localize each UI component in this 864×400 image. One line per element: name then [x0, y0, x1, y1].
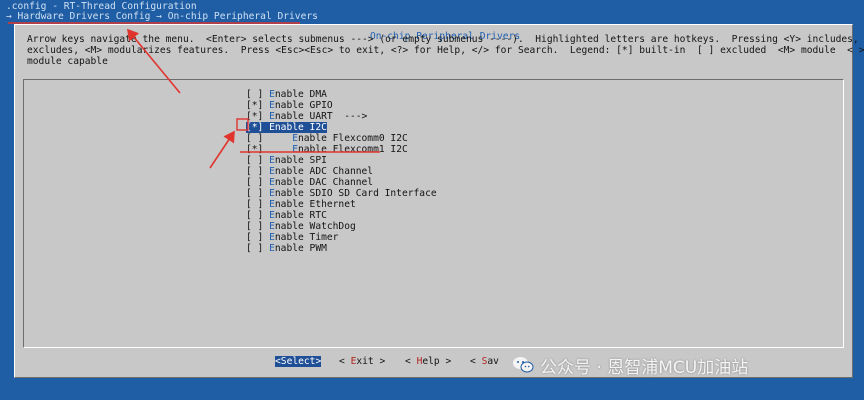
bracket-left: < — [405, 356, 417, 367]
menu-item-flexcomm1-i2c[interactable]: [*] Enable Flexcomm1 I2C — [246, 144, 408, 155]
menu-item-label: nable Ethernet — [274, 199, 356, 210]
help-text-line-1: Arrow keys navigate the menu. <Enter> se… — [27, 34, 864, 45]
checkbox-mark: [*] — [246, 111, 270, 122]
menu-item-timer[interactable]: [ ] Enable Timer — [246, 232, 338, 243]
checkbox-mark: [*] — [246, 122, 270, 133]
menu-item-label: nable Flexcomm1 I2C — [298, 144, 408, 155]
menu-item-ethernet[interactable]: [ ] Enable Ethernet — [246, 199, 356, 210]
menu-item-i2c[interactable]: [*] Enable I2C — [246, 122, 327, 133]
exit-button[interactable]: < Exit > — [339, 356, 385, 367]
checkbox-mark: [ ] — [246, 232, 270, 243]
bracket-left: < — [470, 356, 482, 367]
menu-item-label: nable RTC — [274, 210, 327, 221]
checkbox-mark: [ ] — [246, 210, 270, 221]
menu-item-label: nable UART ---> — [274, 111, 368, 122]
checkbox-mark: [ ] — [246, 177, 270, 188]
menu-item-label: nable PWM — [274, 243, 327, 254]
menu-item-dac-channel[interactable]: [ ] Enable DAC Channel — [246, 177, 373, 188]
button-label: xit — [356, 356, 374, 367]
menu-item-label: nable DMA — [274, 89, 327, 100]
menu-item-flexcomm0-i2c[interactable]: [ ] Enable Flexcomm0 I2C — [246, 133, 408, 144]
menu-item-label: nable ADC Channel — [274, 166, 374, 177]
help-text-line-2: excludes, <M> modularizes features. Pres… — [27, 45, 864, 56]
checkbox-mark: [ ] — [246, 243, 270, 254]
bracket-left: < — [339, 356, 351, 367]
save-button[interactable]: < Sav — [470, 356, 499, 367]
menu-item-label: nable SPI — [274, 155, 327, 166]
menuconfig-dialog: On-chip Peripheral Drivers Arrow keys na… — [14, 24, 864, 378]
checkbox-mark: [ ] — [246, 133, 270, 144]
watermark-text: 公众号 · 恩智浦MCU加油站 — [540, 357, 749, 378]
checkbox-mark: [*] — [246, 144, 270, 155]
help-text-line-3: module capable — [27, 56, 108, 67]
menu-item-label: nable SDIO SD Card Interface — [274, 188, 437, 199]
dialog-title-bar: On-chip Peripheral Drivers — [15, 20, 852, 42]
checkbox-mark: [*] — [246, 100, 270, 111]
menu-item-label: nable GPIO — [274, 100, 333, 111]
checkbox-mark: [ ] — [246, 221, 270, 232]
bracket-right: > — [439, 356, 452, 367]
menu-list: [ ] Enable DMA [*] Enable GPIO [*] Enabl… — [23, 79, 844, 348]
menu-item-sdio[interactable]: [ ] Enable SDIO SD Card Interface — [246, 188, 437, 199]
menu-item-label: nable Timer — [274, 232, 339, 243]
menu-item-pwm[interactable]: [ ] Enable PWM — [246, 243, 327, 254]
checkbox-mark: [ ] — [246, 188, 270, 199]
bracket-right: > — [315, 356, 322, 367]
menu-item-label: nable DAC Channel — [274, 177, 374, 188]
menu-item-label: nable I2C — [274, 122, 327, 133]
menu-item-label: nable WatchDog — [274, 221, 356, 232]
select-button[interactable]: <Select> — [275, 356, 322, 367]
button-label: av — [487, 356, 499, 367]
menu-item-gpio[interactable]: [*] Enable GPIO — [246, 100, 333, 111]
bracket-right: > — [373, 356, 386, 367]
button-label: elp — [422, 356, 440, 367]
menu-item-dma[interactable]: [ ] Enable DMA — [246, 89, 327, 100]
checkbox-mark: [ ] — [246, 199, 270, 210]
watermark: 公众号 · 恩智浦MCU加油站 — [512, 352, 748, 378]
button-label: elect — [286, 356, 316, 367]
menu-item-uart[interactable]: [*] Enable UART ---> — [246, 111, 367, 122]
checkbox-mark: [ ] — [246, 89, 270, 100]
menu-item-spi[interactable]: [ ] Enable SPI — [246, 155, 327, 166]
wechat-logo-icon — [512, 356, 534, 374]
checkbox-mark: [ ] — [246, 166, 270, 177]
checkbox-mark: [ ] — [246, 155, 270, 166]
menu-item-label: nable Flexcomm0 I2C — [298, 133, 408, 144]
menu-item-adc-channel[interactable]: [ ] Enable ADC Channel — [246, 166, 373, 177]
menu-item-watchdog[interactable]: [ ] Enable WatchDog — [246, 221, 356, 232]
help-button[interactable]: < Help > — [405, 356, 451, 367]
menu-item-rtc[interactable]: [ ] Enable RTC — [246, 210, 327, 221]
